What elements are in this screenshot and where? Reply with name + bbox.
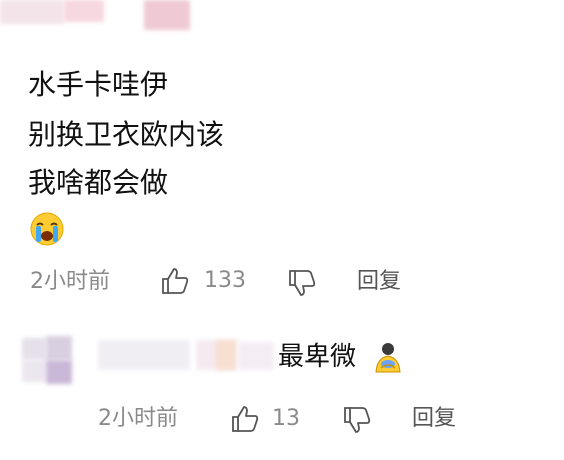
thumbs-down-icon[interactable]: [342, 405, 372, 435]
like-count: 133: [204, 268, 246, 293]
comment-line-1: 水手卡哇伊: [28, 68, 169, 101]
comment-time: 2小时前: [30, 269, 110, 294]
comment-line-2: 别换卫衣欧内该: [28, 118, 225, 151]
comment-line-3: 我啥都会做: [28, 166, 169, 199]
crying-face-icon: [30, 212, 64, 246]
reply-text: 最卑微: [278, 342, 357, 372]
like-button[interactable]: 133: [160, 264, 280, 298]
kneeling-figure-icon: [375, 343, 401, 373]
reply-like-button[interactable]: 13: [230, 402, 320, 436]
thumbs-up-icon: [232, 406, 259, 432]
thumbs-down-icon[interactable]: [287, 268, 317, 298]
reply-reply-button[interactable]: 回复: [412, 404, 456, 434]
reply-button[interactable]: 回复: [357, 267, 401, 297]
reply-like-count: 13: [272, 406, 300, 431]
reply-time: 2小时前: [98, 406, 178, 431]
thumbs-up-icon: [162, 268, 189, 294]
